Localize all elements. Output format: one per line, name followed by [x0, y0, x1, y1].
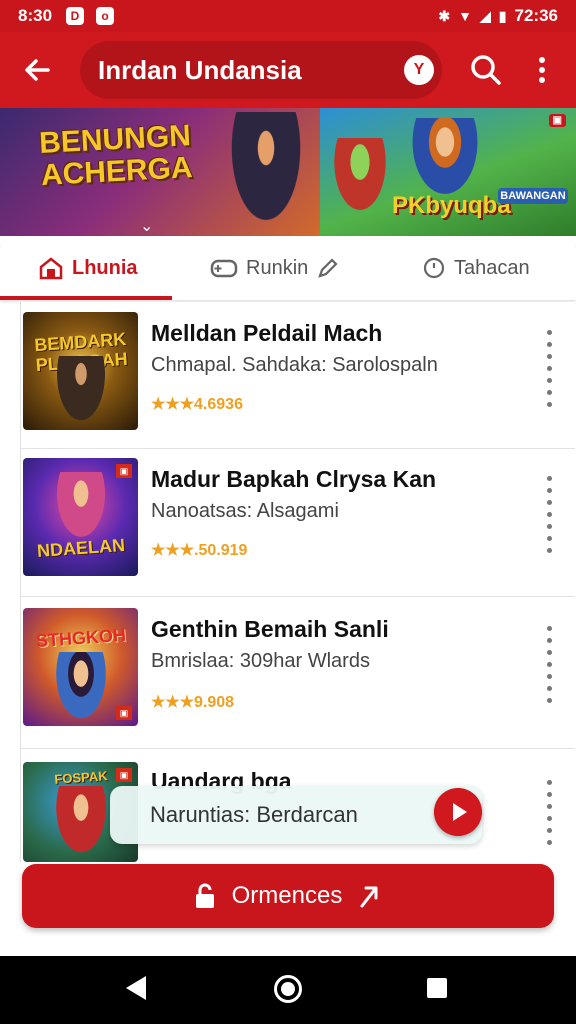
age-rating-badge: ▣	[116, 706, 132, 720]
game-rating: ★★★.50.919	[151, 542, 248, 559]
tab-ranking[interactable]: Runkin	[210, 236, 340, 300]
age-rating-badge: ▣	[116, 464, 132, 478]
play-icon[interactable]	[434, 788, 482, 836]
nav-recents-icon[interactable]	[427, 978, 447, 998]
battery-icon: ▮	[498, 7, 507, 24]
thumbnail-figure	[53, 652, 109, 724]
chevron-down-icon: ⌄	[140, 218, 154, 235]
gamepad-icon	[210, 259, 238, 278]
more-options-icon[interactable]	[541, 780, 557, 860]
tab-label: Lhunia	[72, 256, 138, 279]
banner-right-title: PKbyuqba	[392, 192, 511, 219]
search-icon[interactable]	[466, 50, 506, 90]
bluetooth-icon: ✱	[438, 7, 451, 24]
game-rating: ★★★4.6936	[151, 396, 243, 413]
tab-label: Runkin	[246, 256, 309, 279]
banner-character-green	[330, 138, 390, 218]
tab-home[interactable]: Lhunia	[38, 236, 138, 300]
system-navigation-bar	[0, 956, 576, 1024]
app-bar: Inrdan Undansia Y	[0, 32, 576, 108]
share-arrow-icon	[360, 886, 378, 908]
game-title: Melldan Peldail Mach	[151, 320, 383, 346]
edit-icon	[318, 258, 338, 278]
more-options-icon[interactable]	[541, 476, 557, 556]
list-item[interactable]: NDAELAN ▣ Madur Bapkah Clrysa Kan Nanoat…	[21, 448, 575, 597]
thumbnail-figure	[53, 356, 109, 428]
nav-back-icon[interactable]	[126, 976, 146, 1000]
promo-banner[interactable]: BENUNGN ACHERGA ⌄ ▣ PKbyuqba BAWANGAN	[0, 108, 576, 236]
game-thumbnail: NDAELAN ▣	[23, 458, 138, 576]
signal-icon: ◢	[480, 7, 491, 24]
status-bar: 8:30 D o ✱ ▼ ◢ ▮ 72:36	[0, 0, 576, 32]
status-signal-text: 72:36	[514, 6, 558, 25]
thumbnail-figure	[53, 786, 109, 858]
game-subtitle: Chmapal. Sahdaka: Sarolospaln	[151, 354, 438, 376]
notification-icon: D	[66, 7, 84, 25]
game-thumbnail: BEMDARK PLMOGAH	[23, 312, 138, 430]
banner-rating-badge: ▣	[548, 114, 566, 127]
tab-bar: Lhunia Runkin Tahacan	[0, 236, 576, 300]
status-indicators: ✱ ▼ ◢ ▮ 72:36	[438, 6, 558, 26]
clock-icon	[423, 257, 445, 279]
banner-right-subtitle: BAWANGAN	[498, 188, 568, 204]
age-rating-badge: ▣	[116, 768, 132, 782]
notification-icon-2: o	[96, 7, 114, 25]
thumbnail-title: STHGKOH	[35, 624, 127, 652]
profile-badge-icon[interactable]: Y	[404, 55, 434, 85]
status-time: 8:30	[18, 6, 53, 25]
game-list: BEMDARK PLMOGAH Melldan Peldail Mach Chm…	[20, 302, 575, 862]
banner-character-hero	[410, 118, 480, 198]
game-thumbnail: STHGKOH ▣	[23, 608, 138, 726]
thumbnail-title: NDAELAN	[36, 534, 126, 562]
game-title: Genthin Bemaih Sanli	[151, 616, 389, 642]
tab-label: Tahacan	[454, 256, 530, 279]
wifi-icon: ▼	[458, 8, 473, 24]
app-title: Inrdan Undansia	[98, 55, 302, 85]
lock-icon	[195, 883, 214, 908]
back-arrow-icon[interactable]	[18, 50, 58, 90]
more-options-icon[interactable]	[541, 330, 557, 410]
game-title: Madur Bapkah Clrysa Kan	[151, 466, 437, 492]
list-item[interactable]: BEMDARK PLMOGAH Melldan Peldail Mach Chm…	[21, 302, 575, 449]
nav-home-icon[interactable]	[274, 975, 302, 1003]
now-playing-text: Naruntias: Berdarcan	[150, 802, 358, 827]
thumbnail-figure	[53, 472, 109, 544]
home-icon	[39, 257, 63, 280]
title-pill[interactable]: Inrdan Undansia Y	[80, 41, 442, 99]
primary-action-button[interactable]: Ormences	[22, 864, 554, 928]
more-options-icon[interactable]	[541, 626, 557, 706]
tab-tahacan[interactable]: Tahacan	[422, 236, 530, 300]
banner-hero-figure	[226, 112, 306, 232]
active-tab-indicator	[0, 296, 172, 300]
game-subtitle: Bmrislaa: 309har Wlards	[151, 650, 370, 672]
primary-action-label: Ormences	[231, 882, 343, 909]
game-rating: ★★★9.908	[151, 694, 235, 711]
list-item[interactable]: STHGKOH ▣ Genthin Bemaih Sanli Bmrislaa:…	[21, 596, 575, 749]
now-playing-card[interactable]: Naruntias: Berdarcan	[110, 786, 482, 844]
game-subtitle: Nanoatsas: Alsagami	[151, 500, 339, 522]
more-vert-icon[interactable]	[526, 50, 558, 90]
